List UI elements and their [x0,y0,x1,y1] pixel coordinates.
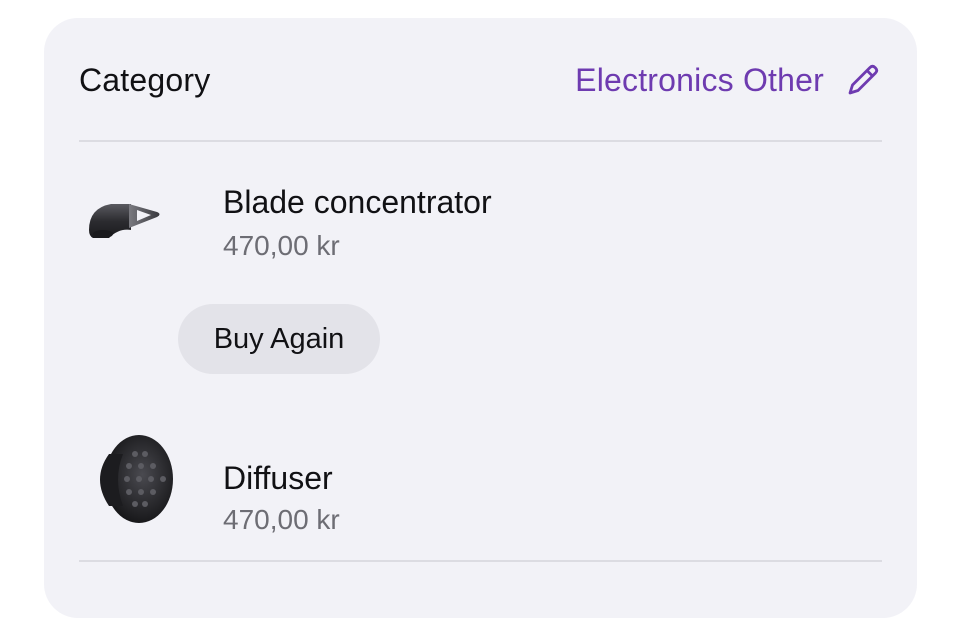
blade-concentrator-image[interactable] [79,168,189,278]
item-price: 470,00 kr [223,230,340,261]
item-name[interactable]: Diffuser [223,460,333,497]
category-row: Category Electronics Other [79,58,882,102]
category-divider [79,140,882,142]
diffuser-image[interactable] [79,424,189,534]
pencil-icon[interactable] [844,61,882,99]
category-label: Category [79,61,211,98]
order-items-card: Category Electronics Other Blade concent… [44,18,917,618]
category-edit-control[interactable]: Electronics Other [575,61,882,99]
category-value[interactable]: Electronics Other [575,62,824,99]
item-name[interactable]: Blade concentrator [223,184,492,221]
item-price: 470,00 kr [223,504,340,535]
items-divider [79,560,882,562]
buy-again-button[interactable]: Buy Again [178,304,380,374]
